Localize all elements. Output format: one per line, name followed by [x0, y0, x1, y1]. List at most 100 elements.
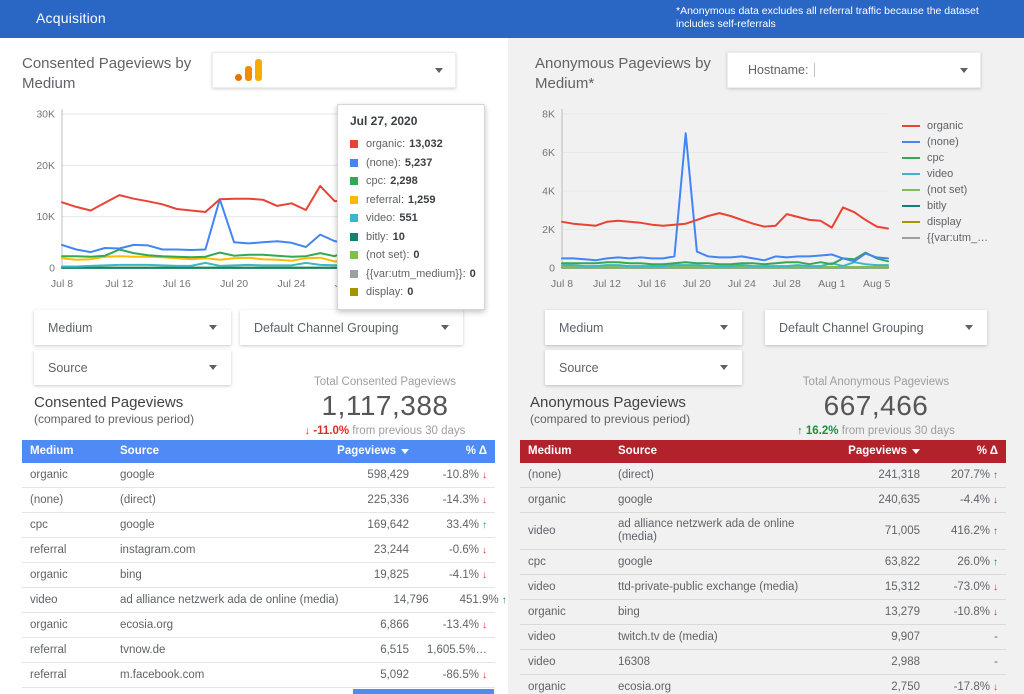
cell-pageviews: 169,642 — [323, 514, 409, 537]
tooltip-series-label: bitly: — [366, 231, 389, 243]
cell-pageviews: 225,336 — [323, 489, 409, 512]
tooltip-items: organic:13,032(none):5,237cpc:2,298refer… — [350, 135, 472, 302]
filter-medium-label: Medium — [48, 321, 92, 335]
column-header-delta[interactable]: % Δ — [920, 440, 998, 463]
filter-default-channel-grouping[interactable]: Default Channel Grouping — [765, 310, 987, 345]
delta-percent: 1,605.5%… — [427, 644, 487, 656]
column-header-pageviews[interactable]: Pageviews — [323, 440, 409, 463]
legend-line-icon — [902, 189, 920, 192]
column-header-medium[interactable]: Medium — [528, 440, 618, 463]
svg-text:Jul 20: Jul 20 — [683, 278, 711, 290]
filter-medium[interactable]: Medium — [34, 310, 231, 345]
delta-percent: 26.0% — [957, 556, 990, 568]
svg-text:Jul 28: Jul 28 — [773, 278, 801, 290]
table-row: organicgoogle598,429-10.8%↓ — [22, 463, 495, 488]
table-row: organicecosia.org2,750-17.8%↓ — [520, 675, 1006, 694]
column-header-medium[interactable]: Medium — [30, 440, 120, 463]
filter-source[interactable]: Source — [34, 350, 231, 385]
legend-line-icon — [902, 157, 920, 160]
svg-text:Jul 16: Jul 16 — [638, 278, 666, 290]
cell-medium: referral — [30, 639, 120, 662]
cell-source: google — [120, 464, 323, 487]
scorecard-value: 1,117,388 — [280, 390, 490, 422]
filter-source-label: Source — [48, 361, 88, 375]
cell-delta: -0.6%↓ — [409, 539, 487, 562]
table-row: organicbing19,825-4.1%↓ — [22, 563, 495, 588]
delta-percent: -86.5% — [443, 669, 479, 681]
trend-down-icon: ↓ — [482, 495, 487, 506]
svg-text:Jul 12: Jul 12 — [105, 278, 133, 290]
legend-line-icon — [902, 221, 920, 224]
data-source-picker[interactable] — [212, 52, 456, 88]
svg-text:2K: 2K — [542, 224, 555, 236]
legend-item: (not set) — [902, 182, 1022, 198]
column-header-pageviews-label: Pageviews — [848, 445, 907, 458]
chevron-down-icon — [441, 325, 449, 330]
legend-item: (none) — [902, 134, 1022, 150]
legend-label: video — [927, 168, 953, 180]
cell-pageviews: 6,866 — [323, 614, 409, 637]
cell-pageviews: 598,429 — [323, 464, 409, 487]
svg-text:Aug 1: Aug 1 — [818, 278, 846, 290]
trend-down-icon: ↓ — [482, 620, 487, 631]
filter-default-channel-grouping[interactable]: Default Channel Grouping — [240, 310, 463, 345]
svg-text:Jul 20: Jul 20 — [220, 278, 248, 290]
series-swatch-icon — [350, 177, 358, 185]
sort-descending-icon — [401, 449, 409, 454]
trend-down-icon: ↓ — [993, 607, 998, 618]
filter-source-label: Source — [559, 361, 599, 375]
table-row: referralinstagram.com23,244-0.6%↓ — [22, 538, 495, 563]
cell-pageviews: 23,244 — [323, 539, 409, 562]
cell-source: google — [618, 489, 834, 512]
column-header-pageviews[interactable]: Pageviews — [834, 440, 920, 463]
cell-delta: 451.9%↑ — [429, 589, 507, 612]
table-row: referralm.facebook.com5,092-86.5%↓ — [22, 663, 495, 688]
delta-percent: -4.4% — [960, 494, 990, 506]
legend-label: (not set) — [927, 184, 967, 196]
column-header-source[interactable]: Source — [120, 440, 323, 463]
cell-source: (direct) — [120, 489, 323, 512]
cell-medium: video — [528, 626, 618, 649]
series-swatch-icon — [350, 233, 358, 241]
cell-delta: -10.8%↓ — [409, 464, 487, 487]
svg-text:20K: 20K — [36, 160, 55, 172]
svg-text:0: 0 — [49, 263, 55, 275]
cell-medium: referral — [30, 539, 120, 562]
table-row: cpcgoogle63,82226.0%↑ — [520, 550, 1006, 575]
column-header-pageviews-label: Pageviews — [337, 445, 396, 458]
tooltip-item: display:0 — [350, 283, 472, 302]
series-swatch-icon — [350, 159, 358, 167]
anonymous-line-chart[interactable]: 02K4K6K8KJul 8Jul 12Jul 16Jul 20Jul 24Ju… — [522, 102, 902, 294]
table-header-row: MediumSource Pageviews % Δ — [22, 440, 495, 463]
tooltip-series-label: organic: — [366, 138, 405, 150]
table-title-text: Consented Pageviews — [34, 394, 194, 411]
tooltip-series-value: 551 — [399, 212, 417, 224]
table-row: organicecosia.org6,866-13.4%↓ — [22, 613, 495, 638]
svg-text:Jul 24: Jul 24 — [728, 278, 756, 290]
tooltip-series-label: (not set): — [366, 249, 409, 261]
filter-source[interactable]: Source — [545, 350, 742, 385]
hostname-picker[interactable]: Hostname: — [727, 52, 981, 88]
anonymous-table: MediumSourcePageviews% Δ(none)(direct)24… — [520, 440, 1006, 694]
chevron-down-icon — [960, 68, 968, 73]
scorecard-delta-suffix: from previous 30 days — [352, 425, 465, 437]
trend-up-icon: ↑ — [502, 595, 507, 606]
series-swatch-icon — [350, 196, 358, 204]
column-header-source[interactable]: Source — [618, 440, 834, 463]
svg-text:6K: 6K — [542, 147, 555, 159]
column-header-delta[interactable]: % Δ — [409, 440, 487, 463]
filter-medium[interactable]: Medium — [545, 310, 742, 345]
legend-item: bitly — [902, 198, 1022, 214]
consented-panel: Consented Pageviews by Medium 010K20K30K… — [0, 38, 508, 694]
trend-up-icon: ↑ — [482, 520, 487, 531]
trend-up-icon: ↑ — [993, 526, 998, 537]
scorecard-delta-suffix: from previous 30 days — [842, 425, 955, 437]
trend-down-icon: ↓ — [993, 495, 998, 506]
anonymous-panel: Anonymous Pageviews by Medium* Hostname:… — [508, 38, 1024, 694]
cell-source: ecosia.org — [618, 676, 834, 694]
delta-percent: 33.4% — [446, 519, 479, 531]
cell-pageviews: 71,005 — [834, 520, 920, 543]
legend-item: cpc — [902, 150, 1022, 166]
tooltip-series-value: 13,032 — [409, 138, 443, 150]
cell-medium: organic — [528, 489, 618, 512]
